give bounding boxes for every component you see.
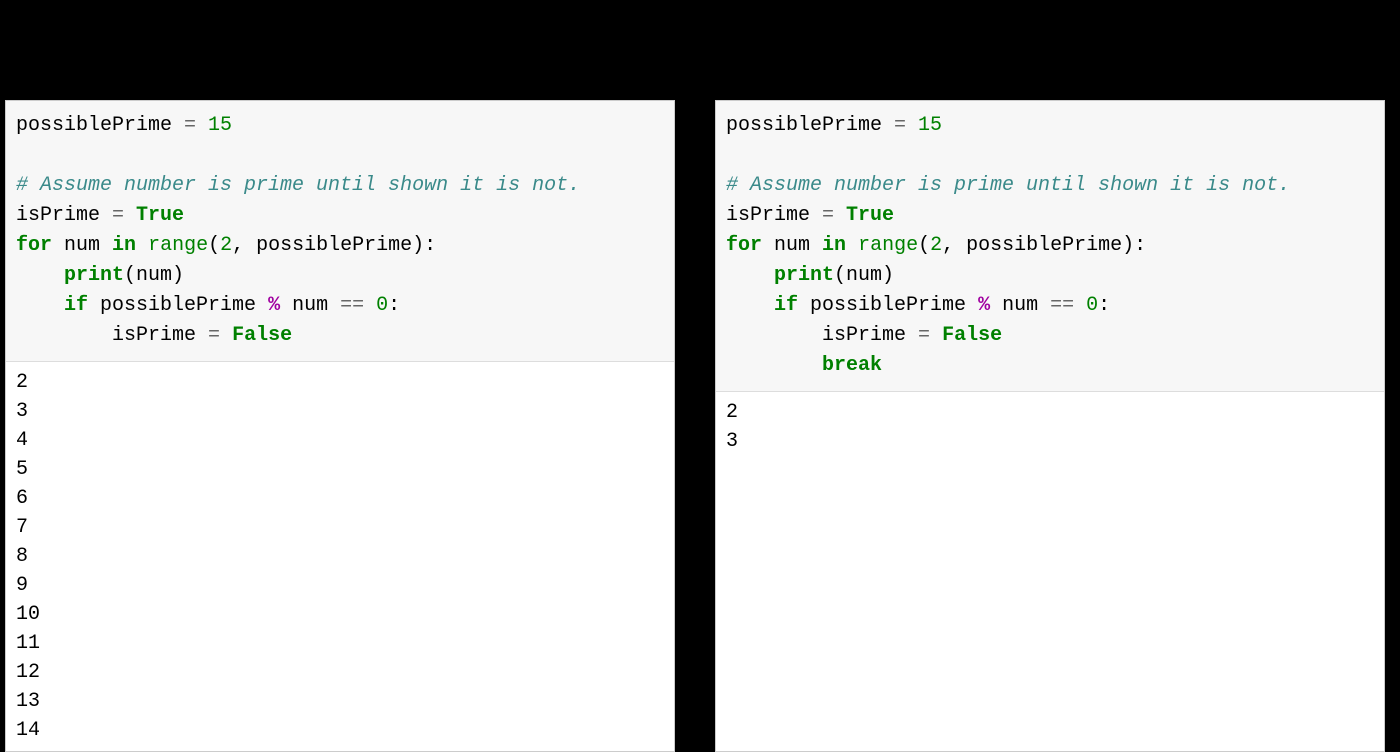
- code-token: [1074, 294, 1086, 317]
- code-token: [930, 324, 942, 347]
- code-token: (: [918, 234, 930, 257]
- code-token: False: [942, 324, 1002, 347]
- code-token: =: [894, 114, 906, 137]
- code-token: [220, 324, 232, 347]
- code-token: [136, 234, 148, 257]
- left-code: possiblePrime = 15 # Assume number is pr…: [6, 101, 674, 362]
- code-token: num: [280, 294, 340, 317]
- code-token: True: [136, 204, 184, 227]
- code-token: =: [112, 204, 124, 227]
- right-cell: possiblePrime = 15 # Assume number is pr…: [715, 100, 1385, 752]
- code-token: =: [184, 114, 196, 137]
- code-token: True: [846, 204, 894, 227]
- code-token: ==: [340, 294, 364, 317]
- code-token: 15: [906, 114, 942, 137]
- code-token: num: [990, 294, 1050, 317]
- code-token: [364, 294, 376, 317]
- code-token: if: [774, 294, 798, 317]
- code-token: [726, 264, 774, 287]
- code-token: [726, 354, 822, 377]
- code-token: =: [208, 324, 220, 347]
- right-code: possiblePrime = 15 # Assume number is pr…: [716, 101, 1384, 392]
- code-token: :: [388, 294, 400, 317]
- code-token: [846, 234, 858, 257]
- code-token: [16, 294, 64, 317]
- code-token: =: [822, 204, 834, 227]
- code-comment: # Assume number is prime until shown it …: [726, 174, 1290, 197]
- code-token: range: [148, 234, 208, 257]
- code-token: if: [64, 294, 88, 317]
- code-token: , possiblePrime):: [942, 234, 1146, 257]
- code-token: possiblePrime: [16, 114, 184, 137]
- code-token: range: [858, 234, 918, 257]
- code-token: isPrime: [726, 204, 822, 227]
- code-token: [124, 204, 136, 227]
- code-token: isPrime: [726, 324, 918, 347]
- code-token: isPrime: [16, 324, 208, 347]
- code-token: isPrime: [16, 204, 112, 227]
- code-token: print: [64, 264, 124, 287]
- code-token: 0: [376, 294, 388, 317]
- code-token: (: [208, 234, 220, 257]
- code-token: =: [918, 324, 930, 347]
- code-token: [834, 204, 846, 227]
- code-token: possiblePrime: [88, 294, 268, 317]
- code-token: :: [1098, 294, 1110, 317]
- code-token: (num): [834, 264, 894, 287]
- right-output: 2 3: [716, 392, 1384, 462]
- code-token: , possiblePrime):: [232, 234, 436, 257]
- code-token: 15: [196, 114, 232, 137]
- comparison-container: possiblePrime = 15 # Assume number is pr…: [0, 0, 1400, 752]
- code-token: break: [822, 354, 882, 377]
- code-comment: # Assume number is prime until shown it …: [16, 174, 580, 197]
- code-token: 0: [1086, 294, 1098, 317]
- left-cell: possiblePrime = 15 # Assume number is pr…: [5, 100, 675, 752]
- left-output: 2 3 4 5 6 7 8 9 10 11 12 13 14: [6, 362, 674, 751]
- code-token: 2: [930, 234, 942, 257]
- code-token: 2: [220, 234, 232, 257]
- code-token: possiblePrime: [726, 114, 894, 137]
- code-token: in: [112, 234, 136, 257]
- code-token: (num): [124, 264, 184, 287]
- code-token: ==: [1050, 294, 1074, 317]
- code-token: in: [822, 234, 846, 257]
- code-token: for: [16, 234, 52, 257]
- code-token: [16, 264, 64, 287]
- code-token: print: [774, 264, 834, 287]
- code-token: num: [52, 234, 112, 257]
- code-token: num: [762, 234, 822, 257]
- code-token: %: [978, 294, 990, 317]
- code-token: False: [232, 324, 292, 347]
- code-token: for: [726, 234, 762, 257]
- code-token: possiblePrime: [798, 294, 978, 317]
- code-token: [726, 294, 774, 317]
- code-token: %: [268, 294, 280, 317]
